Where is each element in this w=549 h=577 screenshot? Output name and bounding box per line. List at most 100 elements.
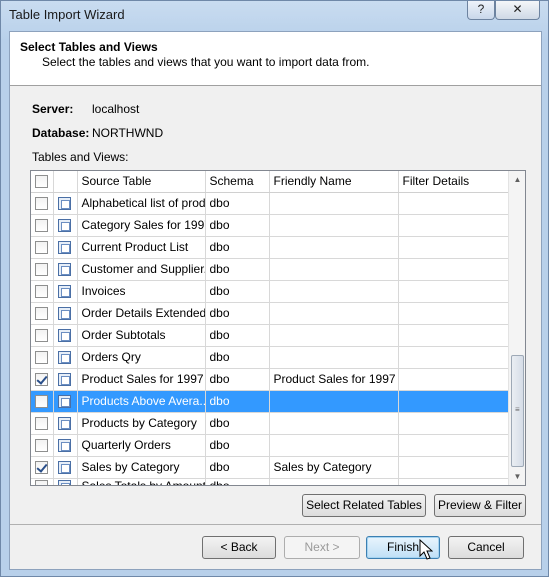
schema-cell[interactable]: dbo: [205, 478, 270, 485]
close-button[interactable]: ✕: [495, 1, 540, 20]
schema-cell[interactable]: dbo: [205, 302, 270, 325]
friendly-name-cell[interactable]: [269, 478, 399, 485]
row-checkbox[interactable]: [35, 329, 48, 343]
schema-cell[interactable]: dbo: [205, 390, 270, 413]
filter-details-cell[interactable]: [398, 346, 514, 369]
schema-cell[interactable]: dbo: [205, 214, 270, 237]
filter-details-cell[interactable]: [398, 192, 514, 215]
filter-details-cell[interactable]: [398, 478, 514, 485]
table-row[interactable]: Products by Category dbo: [31, 412, 514, 435]
source-table-cell[interactable]: Invoices: [77, 280, 206, 303]
scroll-up-arrow-icon[interactable]: ▲: [509, 171, 525, 188]
table-row[interactable]: Customer and Supplier... dbo: [31, 258, 514, 281]
source-table-cell[interactable]: Category Sales for 1997: [77, 214, 206, 237]
row-checkbox-cell[interactable]: [31, 412, 54, 435]
friendly-name-cell[interactable]: [269, 324, 399, 347]
help-button[interactable]: ?: [467, 1, 495, 20]
row-checkbox[interactable]: [35, 263, 48, 277]
scroll-thumb[interactable]: ≡: [511, 355, 524, 467]
row-checkbox-cell[interactable]: [31, 478, 54, 485]
filter-details-cell[interactable]: [398, 302, 514, 325]
back-button[interactable]: < Back: [202, 536, 276, 559]
table-row[interactable]: Order Subtotals dbo: [31, 324, 514, 347]
schema-cell[interactable]: dbo: [205, 258, 270, 281]
friendly-name-cell[interactable]: [269, 192, 399, 215]
table-row[interactable]: Sales by Category dbo Sales by Category: [31, 456, 514, 479]
table-row[interactable]: Category Sales for 1997 dbo: [31, 214, 514, 237]
schema-cell[interactable]: dbo: [205, 324, 270, 347]
friendly-name-cell[interactable]: [269, 412, 399, 435]
friendly-name-cell[interactable]: [269, 258, 399, 281]
row-checkbox-cell[interactable]: [31, 192, 54, 215]
table-row[interactable]: Products Above Avera... dbo: [31, 390, 514, 413]
row-checkbox[interactable]: [35, 197, 48, 211]
select-all-checkbox[interactable]: [35, 175, 48, 189]
row-checkbox[interactable]: [35, 241, 48, 255]
row-checkbox[interactable]: [35, 461, 48, 475]
column-header-source[interactable]: Source Table: [77, 171, 206, 193]
source-table-cell[interactable]: Quarterly Orders: [77, 434, 206, 457]
column-header-filter-details[interactable]: Filter Details: [398, 171, 514, 193]
table-row[interactable]: Quarterly Orders dbo: [31, 434, 514, 457]
schema-cell[interactable]: dbo: [205, 192, 270, 215]
tables-grid[interactable]: Source Table Schema Friendly Name Filter…: [30, 170, 526, 486]
schema-cell[interactable]: dbo: [205, 456, 270, 479]
column-header-friendly-name[interactable]: Friendly Name: [269, 171, 399, 193]
table-row[interactable]: Order Details Extended dbo: [31, 302, 514, 325]
row-checkbox[interactable]: [35, 285, 48, 299]
friendly-name-cell[interactable]: [269, 346, 399, 369]
row-checkbox-cell[interactable]: [31, 456, 54, 479]
friendly-name-cell[interactable]: [269, 236, 399, 259]
schema-cell[interactable]: dbo: [205, 236, 270, 259]
cancel-button[interactable]: Cancel: [448, 536, 524, 559]
column-header-schema[interactable]: Schema: [205, 171, 270, 193]
title-bar[interactable]: Table Import Wizard ? ✕: [1, 1, 548, 29]
friendly-name-cell[interactable]: [269, 434, 399, 457]
next-button[interactable]: Next >: [284, 536, 360, 559]
table-row[interactable]: Product Sales for 1997 dbo Product Sales f…: [31, 368, 514, 391]
friendly-name-cell[interactable]: [269, 214, 399, 237]
row-checkbox-cell[interactable]: [31, 324, 54, 347]
schema-cell[interactable]: dbo: [205, 434, 270, 457]
source-table-cell[interactable]: Products by Category: [77, 412, 206, 435]
schema-cell[interactable]: dbo: [205, 368, 270, 391]
filter-details-cell[interactable]: [398, 236, 514, 259]
row-checkbox-cell[interactable]: [31, 280, 54, 303]
source-table-cell[interactable]: Alphabetical list of prod...: [77, 192, 206, 215]
select-related-tables-button[interactable]: Select Related Tables: [302, 494, 426, 517]
row-checkbox[interactable]: [35, 479, 48, 485]
filter-details-cell[interactable]: [398, 324, 514, 347]
source-table-cell[interactable]: Customer and Supplier...: [77, 258, 206, 281]
friendly-name-cell[interactable]: Product Sales for 1997: [269, 368, 399, 391]
source-table-cell[interactable]: Sales Totals by Amount: [77, 478, 206, 485]
row-checkbox-cell[interactable]: [31, 258, 54, 281]
filter-details-cell[interactable]: [398, 456, 514, 479]
row-checkbox[interactable]: [35, 351, 48, 365]
select-all-header[interactable]: [31, 171, 54, 193]
friendly-name-cell[interactable]: [269, 280, 399, 303]
row-checkbox-cell[interactable]: [31, 214, 54, 237]
table-row[interactable]: Orders Qry dbo: [31, 346, 514, 369]
table-row[interactable]: Alphabetical list of prod... dbo: [31, 192, 514, 215]
source-table-cell[interactable]: Products Above Avera...: [77, 390, 206, 413]
row-checkbox-cell[interactable]: [31, 236, 54, 259]
friendly-name-cell[interactable]: Sales by Category: [269, 456, 399, 479]
row-checkbox[interactable]: [35, 307, 48, 321]
row-checkbox[interactable]: [35, 219, 48, 233]
filter-details-cell[interactable]: [398, 214, 514, 237]
table-row[interactable]: Sales Totals by Amount dbo: [31, 478, 514, 485]
filter-details-cell[interactable]: [398, 390, 514, 413]
vertical-scrollbar[interactable]: ▲ ≡ ▼: [508, 171, 525, 485]
table-row[interactable]: Invoices dbo: [31, 280, 514, 303]
filter-details-cell[interactable]: [398, 280, 514, 303]
source-table-cell[interactable]: Order Details Extended: [77, 302, 206, 325]
filter-details-cell[interactable]: [398, 412, 514, 435]
schema-cell[interactable]: dbo: [205, 346, 270, 369]
schema-cell[interactable]: dbo: [205, 280, 270, 303]
scroll-down-arrow-icon[interactable]: ▼: [509, 468, 525, 485]
source-table-cell[interactable]: Current Product List: [77, 236, 206, 259]
row-checkbox[interactable]: [35, 373, 48, 387]
row-checkbox[interactable]: [35, 417, 48, 431]
preview-filter-button[interactable]: Preview & Filter: [434, 494, 526, 517]
friendly-name-cell[interactable]: [269, 390, 399, 413]
